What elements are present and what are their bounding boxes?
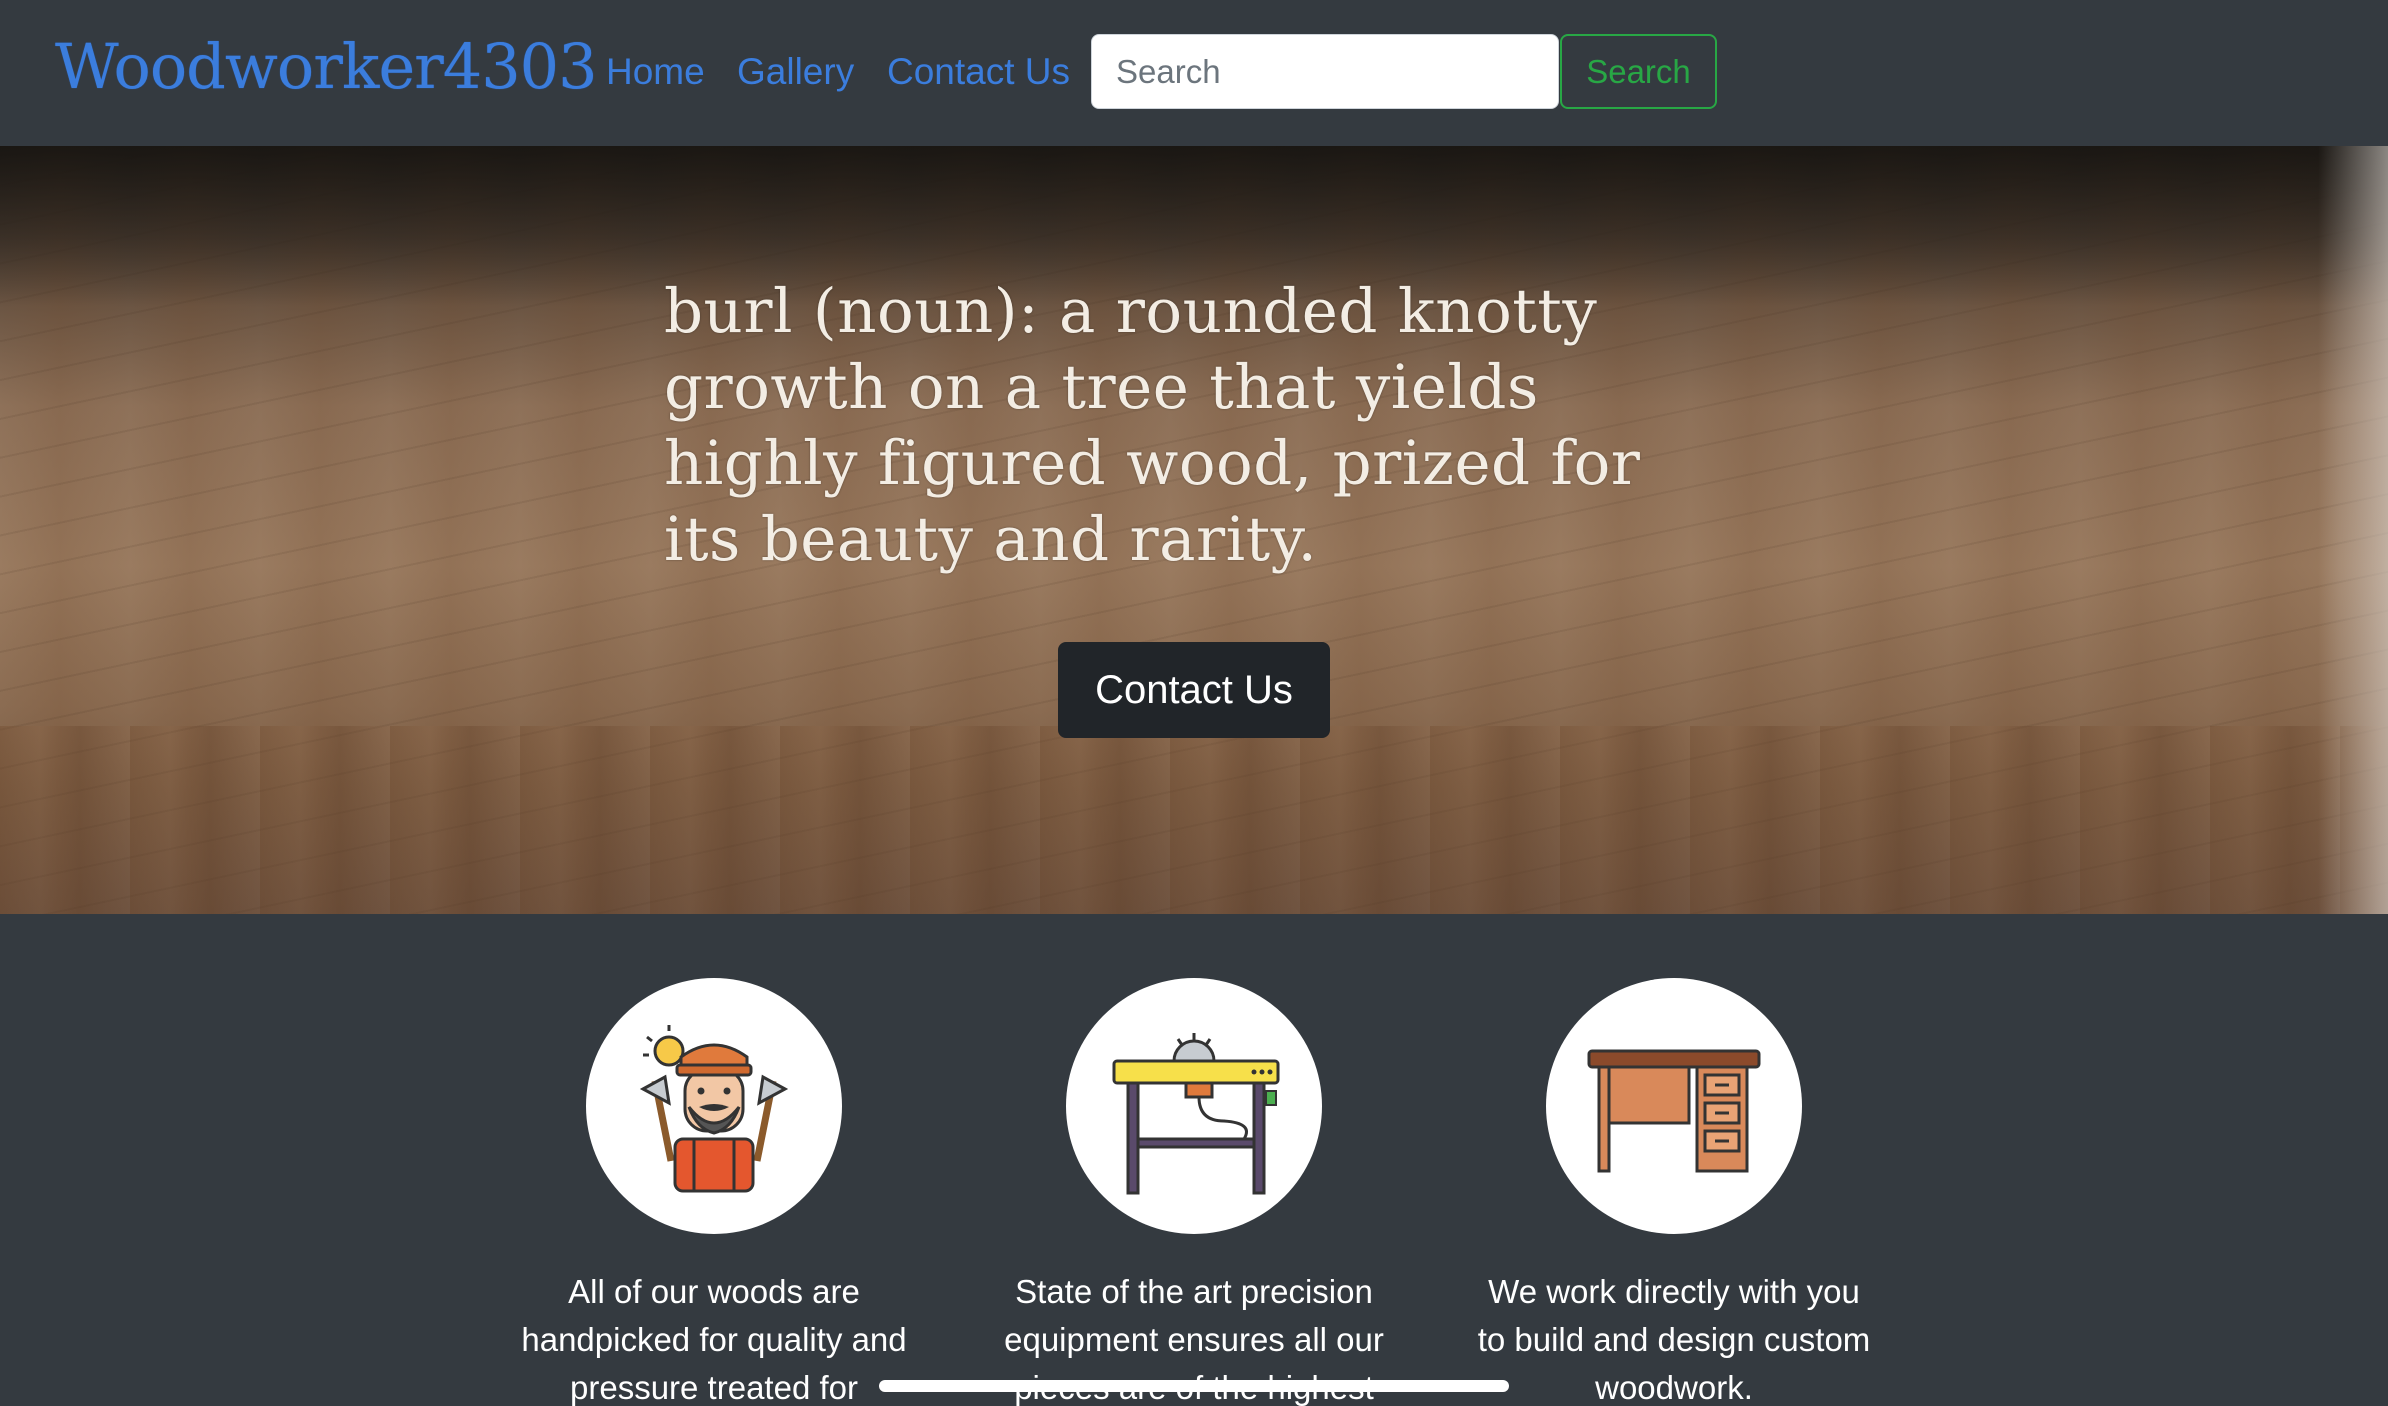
nav-link-contact-us[interactable]: Contact Us [887, 50, 1070, 94]
navbar: Woodworker4303 Home Gallery Contact Us S… [0, 0, 2388, 146]
feature-text-custom: We work directly with you to build and d… [1477, 1273, 1871, 1406]
features-section: All of our woods are handpicked for qual… [0, 914, 2388, 1406]
feature-text-woods: All of our woods are handpicked for qual… [521, 1273, 907, 1406]
feature-card-woods: All of our woods are handpicked for qual… [504, 978, 924, 1406]
feature-card-equipment: State of the art precision equipment ens… [984, 978, 1404, 1406]
hero-contact-us-button[interactable]: Contact Us [1058, 642, 1330, 738]
search-button[interactable]: Search [1560, 34, 1717, 109]
nav-link-gallery[interactable]: Gallery [737, 50, 854, 94]
desk-icon [1587, 1049, 1761, 1173]
feature-image-circle [1066, 978, 1322, 1234]
search-input[interactable] [1091, 34, 1559, 109]
feature-image-circle [1546, 978, 1802, 1234]
hero-definition-text: burl (noun): a rounded knotty growth on … [664, 276, 1641, 575]
nav-link-home[interactable]: Home [606, 50, 705, 94]
table-saw-icon [1112, 1033, 1280, 1195]
brand-logo[interactable]: Woodworker4303 [55, 30, 598, 103]
feature-image-circle [586, 978, 842, 1234]
home-indicator-bar[interactable] [879, 1380, 1509, 1392]
lumberjack-icon [639, 1025, 789, 1193]
hero-banner: burl (noun): a rounded knotty growth on … [0, 146, 2388, 914]
feature-card-custom: We work directly with you to build and d… [1464, 978, 1884, 1406]
